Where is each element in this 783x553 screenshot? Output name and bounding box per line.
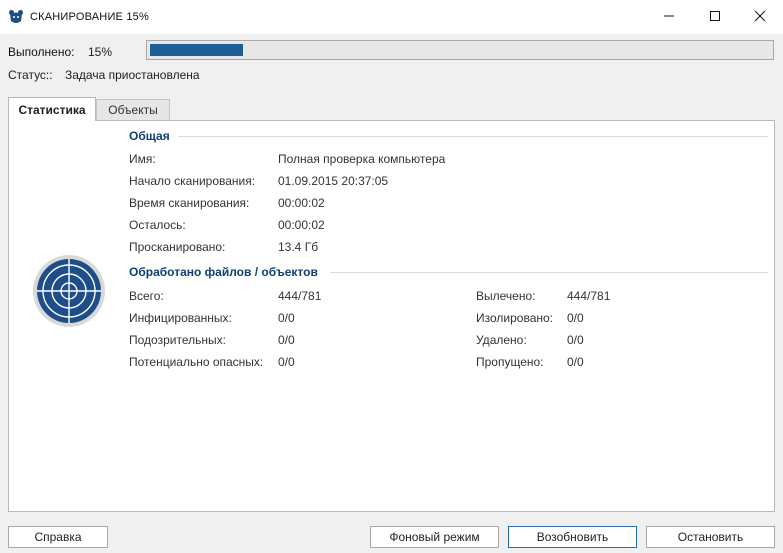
- statistics-panel: [8, 120, 775, 512]
- progress-fill: [150, 44, 243, 56]
- label-scan-start: Начало сканирования:: [129, 174, 256, 188]
- progress-label: Выполнено:: [8, 45, 75, 59]
- progress-bar: [146, 40, 774, 60]
- label-skipped: Пропущено:: [476, 355, 544, 369]
- section-divider: [178, 136, 768, 137]
- radar-target-icon: [33, 255, 105, 327]
- tab-statistics[interactable]: Статистика: [8, 97, 96, 121]
- value-total: 444/781: [278, 289, 322, 303]
- close-button[interactable]: [737, 0, 783, 32]
- value-potentially-dangerous: 0/0: [278, 355, 295, 369]
- section-divider: [330, 272, 768, 273]
- processed-section-title: Обработано файлов / объектов: [129, 265, 318, 279]
- tab-objects[interactable]: Объекты: [96, 99, 170, 120]
- stop-button[interactable]: Остановить: [646, 526, 775, 548]
- value-scanned: 13.4 Гб: [278, 240, 319, 254]
- value-quarantined: 0/0: [567, 311, 584, 325]
- background-mode-button[interactable]: Фоновый режим: [370, 526, 499, 548]
- general-section-title: Общая: [129, 129, 170, 143]
- bear-icon: [9, 10, 23, 23]
- resume-button[interactable]: Возобновить: [508, 526, 637, 548]
- label-remaining: Осталось:: [129, 218, 186, 232]
- value-scan-start: 01.09.2015 20:37:05: [278, 174, 389, 188]
- minimize-button[interactable]: [646, 0, 692, 32]
- label-quarantined: Изолировано:: [476, 311, 554, 325]
- value-cured: 444/781: [567, 289, 611, 303]
- value-deleted: 0/0: [567, 333, 584, 347]
- maximize-icon: [710, 11, 720, 21]
- label-suspicious: Подозрительных:: [129, 333, 226, 347]
- label-name: Имя:: [129, 152, 156, 166]
- value-suspicious: 0/0: [278, 333, 295, 347]
- maximize-button[interactable]: [692, 0, 738, 32]
- window-title: СКАНИРОВАНИЕ 15%: [30, 11, 149, 23]
- value-infected: 0/0: [278, 311, 295, 325]
- value-scan-time: 00:00:02: [278, 196, 325, 210]
- help-button[interactable]: Справка: [8, 526, 108, 548]
- value-name: Полная проверка компьютера: [278, 152, 446, 166]
- value-skipped: 0/0: [567, 355, 584, 369]
- close-icon: [754, 10, 766, 22]
- status-label: Статус::: [8, 68, 53, 82]
- label-infected: Инфицированных:: [129, 311, 232, 325]
- minimize-icon: [664, 15, 674, 17]
- label-scan-time: Время сканирования:: [129, 196, 250, 210]
- value-remaining: 00:00:02: [278, 218, 325, 232]
- label-total: Всего:: [129, 289, 164, 303]
- label-scanned: Просканировано:: [129, 240, 226, 254]
- label-deleted: Удалено:: [476, 333, 527, 347]
- progress-percent: 15%: [88, 45, 113, 59]
- status-value: Задача приостановлена: [65, 68, 200, 82]
- label-potentially-dangerous: Потенциально опасных:: [129, 355, 264, 369]
- label-cured: Вылечено:: [476, 289, 536, 303]
